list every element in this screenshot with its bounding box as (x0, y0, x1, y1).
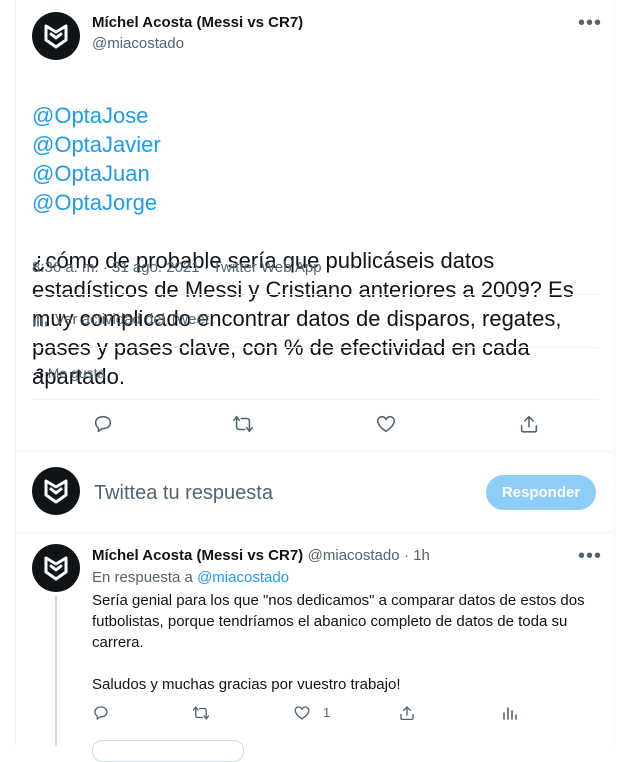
reply-author-avatar[interactable] (32, 544, 80, 592)
likes-count: 3 (36, 365, 44, 381)
retweet-icon[interactable] (229, 410, 257, 438)
view-activity-label: Ver actividad del Tweet (55, 311, 209, 328)
share-icon[interactable] (515, 410, 543, 438)
reply-icon[interactable] (90, 702, 112, 724)
share-icon[interactable] (396, 702, 418, 724)
reply-header: Míchel Acosta (Messi vs CR7) @miacostado… (92, 547, 430, 565)
view-activity-link[interactable]: Ver actividad del Tweet (32, 311, 209, 328)
avatar-logo-icon (44, 479, 68, 504)
divider (16, 532, 613, 533)
author-avatar[interactable] (32, 12, 80, 60)
reply-body: Sería genial para los que "nos dedicamos… (92, 592, 585, 693)
mention-optajose[interactable]: @OptaJose (32, 103, 149, 128)
reply-like-count: 1 (323, 705, 331, 720)
mention-optajavier[interactable]: @OptaJavier (32, 132, 161, 157)
reply-time[interactable]: · 1h (404, 547, 430, 564)
reply-author-handle[interactable]: @miacostado (308, 547, 400, 564)
divider (32, 294, 598, 295)
likes-label: Me gusta (47, 365, 106, 381)
divider (16, 451, 613, 452)
divider (32, 347, 598, 348)
mention-optajuan[interactable]: @OptaJuan (32, 161, 150, 186)
retweet-icon[interactable] (190, 702, 212, 724)
divider (32, 399, 598, 400)
avatar-logo-icon (44, 24, 68, 49)
avatar-logo-icon (44, 556, 68, 581)
reply-icon[interactable] (89, 410, 117, 438)
replying-to: En respuesta a @miacostado (92, 569, 289, 586)
more-icon[interactable]: ••• (578, 546, 602, 566)
reply-button[interactable]: Responder (486, 475, 596, 510)
like-icon[interactable] (372, 410, 400, 438)
more-icon[interactable]: ••• (578, 13, 602, 33)
replying-to-mention[interactable]: @miacostado (197, 569, 289, 586)
tweet-body: @OptaJose @OptaJavier @OptaJuan @OptaJor… (32, 72, 592, 391)
tweet-timestamp[interactable]: 8:36 a. m. · 31 ago. 2021 · Twitter Web … (32, 259, 322, 276)
author-name[interactable]: Míchel Acosta (Messi vs CR7) (92, 14, 303, 31)
thread-line (55, 596, 57, 746)
reply-input[interactable]: Twittea tu respuesta (94, 482, 273, 505)
author-handle[interactable]: @miacostado (92, 35, 184, 52)
reply-author-name[interactable]: Míchel Acosta (Messi vs CR7) (92, 547, 303, 564)
analytics-icon (33, 313, 47, 327)
likes-summary[interactable]: 3 Me gusta (36, 365, 105, 381)
mention-optajorge[interactable]: @OptaJorge (32, 190, 157, 215)
composer-avatar[interactable] (32, 467, 80, 515)
show-replies-pill[interactable] (92, 740, 244, 762)
replying-prefix: En respuesta a (92, 569, 193, 586)
like-icon[interactable] (291, 702, 313, 724)
analytics-icon[interactable] (499, 702, 521, 724)
